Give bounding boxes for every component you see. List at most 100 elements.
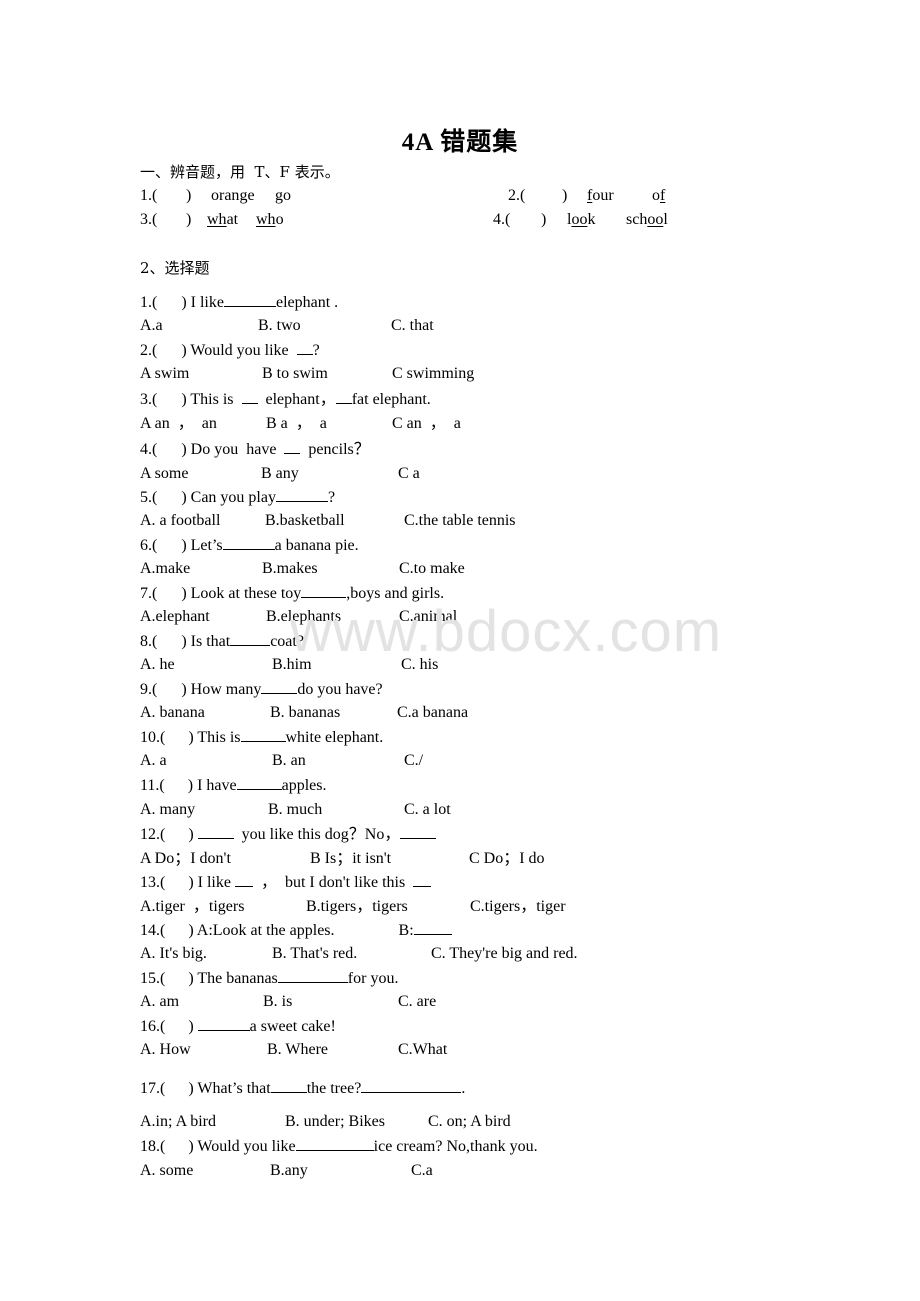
option-c[interactable]: C swimming bbox=[392, 364, 474, 384]
option-a[interactable]: A.elephant bbox=[140, 607, 210, 627]
option-b[interactable]: B. bananas bbox=[270, 703, 340, 723]
option-a[interactable]: A Do；I don't bbox=[140, 849, 231, 869]
option-c[interactable]: C an ， a bbox=[392, 414, 461, 434]
option-c[interactable]: C. a lot bbox=[404, 800, 451, 820]
underlined-letters: oo bbox=[571, 211, 588, 228]
fill-blank[interactable] bbox=[234, 872, 253, 887]
option-c[interactable]: C. are bbox=[398, 992, 436, 1012]
option-c[interactable]: C. his bbox=[401, 655, 438, 675]
sound-word: go bbox=[275, 187, 291, 204]
option-c[interactable]: C. on; A bird bbox=[428, 1112, 511, 1132]
fill-blank[interactable] bbox=[197, 824, 234, 839]
fill-blank[interactable] bbox=[222, 535, 275, 550]
option-a[interactable]: A. a bbox=[140, 751, 167, 771]
option-a[interactable]: A some bbox=[140, 464, 188, 484]
fill-blank[interactable] bbox=[277, 968, 348, 983]
option-b[interactable]: B. an bbox=[272, 751, 306, 771]
option-a[interactable]: A.a bbox=[140, 316, 163, 336]
option-a[interactable]: A. many bbox=[140, 800, 195, 820]
option-b[interactable]: B. two bbox=[258, 316, 301, 336]
option-b[interactable]: B. under; Bikes bbox=[285, 1112, 385, 1132]
underlined-letters: f bbox=[587, 187, 593, 204]
answer-slot[interactable] bbox=[160, 210, 184, 230]
option-b[interactable]: B.him bbox=[272, 655, 312, 675]
sound-word: what bbox=[207, 211, 239, 228]
question-3: 3.() This is elephant， fat elephant. bbox=[140, 389, 431, 409]
option-a[interactable]: A. some bbox=[140, 1161, 193, 1181]
option-b[interactable]: B Is；it isn't bbox=[310, 849, 391, 869]
option-c[interactable]: C.tigers，tiger bbox=[470, 897, 566, 917]
fill-blank[interactable] bbox=[400, 824, 437, 839]
option-b[interactable]: B.basketball bbox=[265, 511, 345, 531]
stem-text: ice cream? No,thank you. bbox=[373, 1138, 538, 1155]
option-a[interactable]: A. a football bbox=[140, 511, 220, 531]
fill-blank[interactable] bbox=[413, 920, 452, 935]
fill-blank[interactable] bbox=[197, 1016, 250, 1031]
option-a[interactable]: A.make bbox=[140, 559, 190, 579]
fill-blank[interactable] bbox=[261, 679, 298, 694]
fill-blank[interactable] bbox=[295, 1136, 374, 1151]
fill-blank[interactable] bbox=[236, 775, 282, 790]
fill-blank[interactable] bbox=[223, 292, 276, 307]
option-b[interactable]: B to swim bbox=[262, 364, 328, 384]
option-c[interactable]: C.a bbox=[411, 1161, 433, 1181]
stem-text: What’s that bbox=[197, 1080, 271, 1097]
option-c[interactable]: C./ bbox=[404, 751, 423, 771]
stem-text: you like this dog？No， bbox=[233, 826, 401, 843]
question-number: 18.( bbox=[140, 1138, 166, 1155]
option-b[interactable]: B.elephants bbox=[266, 607, 341, 627]
option-b[interactable]: B. Where bbox=[267, 1040, 328, 1060]
answer-paren-close: ) bbox=[181, 585, 191, 602]
option-a[interactable]: A.in; A bird bbox=[140, 1112, 216, 1132]
fill-blank[interactable] bbox=[241, 389, 258, 404]
option-b[interactable]: B. That's red. bbox=[272, 944, 357, 964]
option-c[interactable]: C.a banana bbox=[397, 703, 468, 723]
option-a[interactable]: A. he bbox=[140, 655, 175, 675]
option-a[interactable]: A.tiger ，tigers bbox=[140, 897, 244, 917]
option-b[interactable]: B.tigers，tigers bbox=[306, 897, 408, 917]
option-c[interactable]: C.animal bbox=[399, 607, 457, 627]
option-c[interactable]: C. They're big and red. bbox=[431, 944, 578, 964]
fill-blank[interactable] bbox=[275, 487, 328, 502]
fill-blank[interactable] bbox=[335, 389, 352, 404]
question-number: 10.( bbox=[140, 729, 166, 746]
option-c[interactable]: C a bbox=[398, 464, 420, 484]
option-c[interactable]: C.the table tennis bbox=[404, 511, 516, 531]
option-a[interactable]: A swim bbox=[140, 364, 189, 384]
option-a[interactable]: A. am bbox=[140, 992, 179, 1012]
answer-slot[interactable] bbox=[513, 210, 539, 230]
fill-blank[interactable] bbox=[296, 340, 313, 355]
fill-blank[interactable] bbox=[270, 1078, 307, 1093]
fill-blank[interactable] bbox=[240, 727, 286, 742]
fill-blank[interactable] bbox=[230, 631, 271, 646]
question-7: 7.() Look at these toy ,boys and girls. bbox=[140, 583, 444, 603]
sound-word: four bbox=[587, 187, 614, 204]
fill-blank[interactable] bbox=[301, 583, 347, 598]
fill-blank[interactable] bbox=[413, 872, 432, 887]
fill-blank[interactable] bbox=[361, 1078, 462, 1093]
fill-blank[interactable] bbox=[284, 439, 301, 454]
option-b[interactable]: B.any bbox=[270, 1161, 308, 1181]
option-c[interactable]: C.What bbox=[398, 1040, 447, 1060]
underlined-letters: oo bbox=[647, 211, 664, 228]
sound-word: school bbox=[626, 211, 668, 228]
option-b[interactable]: B. much bbox=[268, 800, 322, 820]
option-c[interactable]: C Do；I do bbox=[469, 849, 545, 869]
option-c[interactable]: C.to make bbox=[399, 559, 465, 579]
answer-slot[interactable] bbox=[528, 186, 560, 206]
underlined-letters: wh bbox=[207, 211, 227, 228]
option-b[interactable]: B. is bbox=[263, 992, 292, 1012]
option-a[interactable]: A. banana bbox=[140, 703, 205, 723]
option-a[interactable]: A. How bbox=[140, 1040, 191, 1060]
option-b[interactable]: B.makes bbox=[262, 559, 318, 579]
option-b[interactable]: B a ， a bbox=[266, 414, 327, 434]
question-16: 16.() a sweet cake! bbox=[140, 1016, 336, 1036]
option-b[interactable]: B any bbox=[261, 464, 299, 484]
answer-slot[interactable] bbox=[160, 186, 184, 206]
answer-paren-close: ) bbox=[187, 777, 198, 794]
sound-word: of bbox=[652, 187, 666, 204]
option-c[interactable]: C. that bbox=[391, 316, 434, 336]
stem-text: This is bbox=[197, 729, 241, 746]
option-a[interactable]: A. It's big. bbox=[140, 944, 207, 964]
option-a[interactable]: A an ， an bbox=[140, 414, 217, 434]
